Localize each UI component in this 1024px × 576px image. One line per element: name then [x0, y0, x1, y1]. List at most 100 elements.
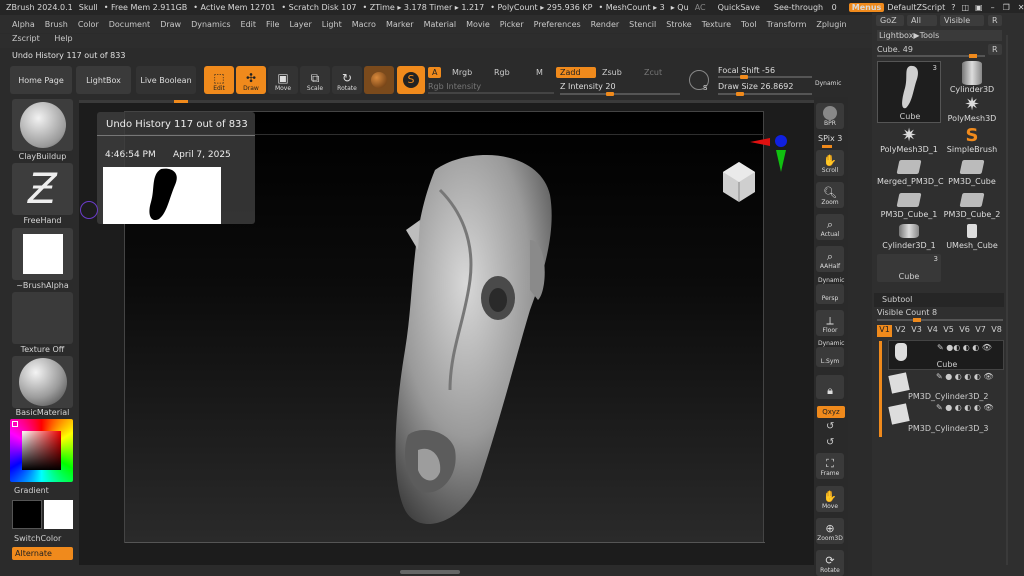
scale-button[interactable]: ⧉ Scale: [300, 66, 330, 94]
mrgb-toggle[interactable]: Mrgb: [448, 67, 476, 78]
goz-button[interactable]: GoZ: [876, 15, 904, 26]
r-button[interactable]: R: [988, 15, 1002, 26]
menu-alpha[interactable]: Alpha: [12, 20, 35, 29]
color-picker-square[interactable]: [22, 431, 61, 470]
lock-button[interactable]: 🔒︎: [816, 375, 844, 399]
focal-shift-slider[interactable]: Focal Shift -56: [718, 66, 812, 79]
alternate-button[interactable]: Alternate: [12, 547, 73, 560]
switch-color-button[interactable]: SwitchColor: [14, 534, 61, 543]
a-toggle[interactable]: A: [428, 67, 442, 78]
subtool-cube-visibility-icons[interactable]: ✎ ●◐ ◐ ◐ 👁︎: [937, 343, 992, 352]
tool-item-polymesh3d-1[interactable]: ✷ PolyMesh3D_1: [877, 127, 941, 155]
menu-stroke[interactable]: Stroke: [666, 20, 692, 29]
version-tab-v3[interactable]: V3: [909, 325, 924, 337]
subtool-cylinder-3-visibility-icons[interactable]: ✎ ● ◐ ◐ ◐ 👁︎: [936, 403, 994, 412]
help-icon[interactable]: ?: [951, 3, 955, 12]
visible-count-slider[interactable]: Visible Count 8: [877, 308, 1003, 317]
zcut-toggle[interactable]: Zcut: [640, 67, 666, 78]
window-icon[interactable]: ▣: [975, 3, 983, 12]
rotate-button[interactable]: ↻ Rotate: [332, 66, 362, 94]
rgb-intensity-slider[interactable]: Rgb Intensity: [428, 82, 554, 94]
menu-document[interactable]: Document: [109, 20, 150, 29]
draw-size-slider[interactable]: Draw Size 26.8692: [718, 82, 812, 96]
rotate-z-icon[interactable]: ↺: [826, 421, 834, 432]
menu-marker[interactable]: Marker: [386, 20, 414, 29]
subtool-row-cube[interactable]: ✎ ●◐ ◐ ◐ 👁︎ Cube: [888, 340, 1004, 370]
zoom-button[interactable]: 🔍︎ Zoom: [816, 182, 844, 208]
menu-zplugin[interactable]: Zplugin: [816, 20, 846, 29]
menu-edit[interactable]: Edit: [241, 20, 257, 29]
texture-thumbnail[interactable]: [12, 292, 73, 344]
move-button[interactable]: ▣ Move: [268, 66, 298, 94]
version-tab-v1[interactable]: V1: [877, 325, 892, 337]
alpha-thumbnail[interactable]: [12, 228, 73, 280]
menu-stencil[interactable]: Stencil: [629, 20, 656, 29]
tool-item-polymesh3d[interactable]: ✷ PolyMesh3D: [941, 96, 1003, 124]
all-button[interactable]: All: [907, 15, 937, 26]
home-page-button[interactable]: Home Page: [10, 66, 72, 94]
zadd-toggle[interactable]: Zadd: [556, 67, 596, 78]
menu-brush[interactable]: Brush: [45, 20, 68, 29]
material-thumbnail[interactable]: [12, 356, 73, 408]
main-color-swatch[interactable]: [12, 500, 42, 529]
color-picker[interactable]: [10, 419, 73, 482]
zsub-toggle[interactable]: Zsub: [598, 67, 626, 78]
floor-button[interactable]: ⟂ Floor: [816, 310, 844, 336]
menu-render[interactable]: Render: [591, 20, 619, 29]
tool-item-cube-2[interactable]: 3 Cube: [877, 254, 941, 282]
aahalf-button[interactable]: ⌕ AAHalf: [816, 246, 844, 272]
menu-draw[interactable]: Draw: [160, 20, 181, 29]
tool-item-pm3d-cube[interactable]: PM3D_Cube: [941, 160, 1003, 186]
version-tab-v7[interactable]: V7: [973, 325, 988, 337]
spix-slider[interactable]: SPix 3: [818, 134, 842, 143]
rgb-toggle[interactable]: Rgb: [490, 67, 514, 78]
xyz-button[interactable]: Qxyz: [817, 406, 845, 418]
version-tab-v8[interactable]: V8: [989, 325, 1004, 337]
menu-texture[interactable]: Texture: [702, 20, 731, 29]
lightbox-tools-button[interactable]: Lightbox▶Tools: [877, 30, 1002, 41]
subtool-cylinder-2-visibility-icons[interactable]: ✎ ● ◐ ◐ ◐ 👁︎: [936, 372, 994, 381]
tool-item-pm3d-cube-2[interactable]: PM3D_Cube_2: [941, 193, 1003, 219]
z-intensity-slider[interactable]: Z Intensity 20: [560, 82, 680, 96]
subtool-row-cylinder-2[interactable]: ✎ ● ◐ ◐ ◐ 👁︎ PM3D_Cylinder3D_2: [888, 372, 1004, 402]
visible-button[interactable]: Visible: [940, 15, 984, 26]
brush-type-button[interactable]: S: [397, 66, 425, 94]
live-boolean-button[interactable]: Live Boolean: [136, 66, 196, 94]
lightbox-button[interactable]: LightBox: [76, 66, 131, 94]
menu-dynamics[interactable]: Dynamics: [191, 20, 230, 29]
version-tab-v6[interactable]: V6: [957, 325, 972, 337]
skull-model[interactable]: [380, 150, 580, 540]
menu-transform[interactable]: Transform: [767, 20, 807, 29]
zoom3d-button[interactable]: ⊕ Zoom3D: [816, 518, 844, 544]
canvas-scroll-handle[interactable]: [400, 570, 460, 574]
stroke-thumbnail[interactable]: Ƶ: [12, 163, 73, 215]
edit-button[interactable]: ⬚ Edit: [204, 66, 234, 94]
menu-file[interactable]: File: [266, 20, 279, 29]
lsym-button[interactable]: L.Sym: [816, 347, 844, 367]
default-zscript-button[interactable]: DefaultZScript: [887, 3, 945, 12]
rotate-view-button[interactable]: ⟳ Rotate: [816, 550, 844, 576]
quicksave-button[interactable]: QuickSave: [718, 3, 760, 12]
layout-icon[interactable]: ◫: [961, 3, 969, 12]
gradient-label[interactable]: Gradient: [14, 486, 49, 495]
menu-movie[interactable]: Movie: [466, 20, 490, 29]
tool-item-umesh-cube[interactable]: UMesh_Cube: [941, 224, 1003, 250]
restore-icon[interactable]: ❐: [1003, 3, 1010, 12]
r-button-2[interactable]: R: [988, 44, 1002, 55]
m-toggle[interactable]: M: [532, 67, 547, 78]
menu-help[interactable]: Help: [54, 34, 72, 43]
dynamic-button[interactable]: Dynamic: [815, 80, 841, 87]
tool-item-simplebrush[interactable]: S SimpleBrush: [941, 127, 1003, 155]
menu-material[interactable]: Material: [424, 20, 457, 29]
draw-button[interactable]: ✣ Draw: [236, 66, 266, 94]
see-through-slider[interactable]: See-through 0: [774, 3, 837, 12]
scroll-button[interactable]: ✋ Scroll: [816, 150, 844, 176]
minimize-icon[interactable]: –: [991, 3, 995, 12]
version-tab-v2[interactable]: V2: [893, 325, 908, 337]
bpr-button[interactable]: BPR: [816, 103, 844, 129]
secondary-color-swatch[interactable]: [44, 500, 73, 529]
tool-item-cylinder3d[interactable]: Cylinder3D: [941, 61, 1003, 94]
tool-item-merged[interactable]: Merged_PM3D_C: [877, 160, 944, 186]
menu-picker[interactable]: Picker: [500, 20, 524, 29]
actual-button[interactable]: ⌕ Actual: [816, 214, 844, 240]
